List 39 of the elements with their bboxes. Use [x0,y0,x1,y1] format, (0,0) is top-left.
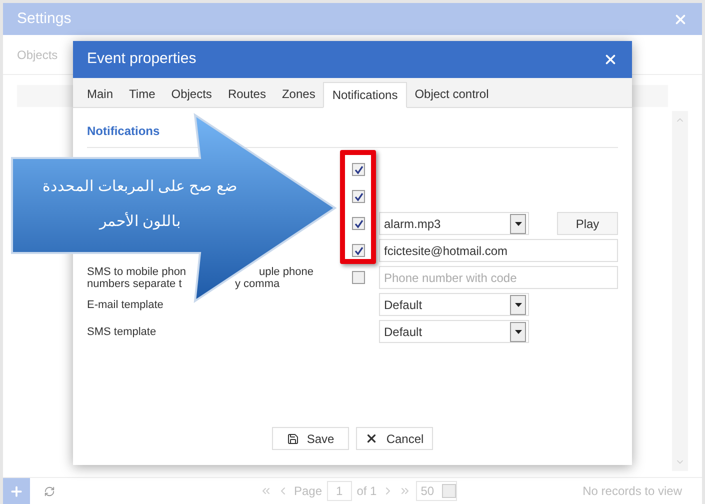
label-fragment: uple phone [259,266,314,278]
callout-text: باللون الأحمر [99,211,181,232]
page-label: Page [294,483,322,500]
checkbox[interactable] [352,271,365,284]
field-label: E-mail template [87,298,164,310]
last-page-icon[interactable] [398,485,411,497]
tab[interactable]: Notifications [323,82,407,108]
status-text: No records to view [582,483,682,500]
refresh-icon[interactable] [44,486,55,496]
tab[interactable]: Time [121,81,164,107]
first-page-icon[interactable] [260,485,272,497]
tab[interactable]: Zones [274,81,324,107]
plus-icon [9,484,24,498]
label-fragment: y comma [235,278,280,290]
scrollbar[interactable] [672,111,688,471]
tab[interactable]: Object control [406,81,497,107]
checkbox[interactable] [352,244,365,257]
dialog-title: Event properties [87,49,196,70]
callout-text: ضع صح على المربعات المحددة [42,177,238,197]
dropdown-caret-icon[interactable] [510,322,526,342]
tab[interactable]: Routes [220,81,274,107]
field-label: SMS template [87,326,158,338]
dropdown-caret-icon[interactable] [510,214,526,234]
label-fragment: SMS to mobile phon [87,266,188,278]
add-button[interactable] [3,478,30,504]
save-button[interactable]: Save [272,427,349,450]
window-title: Settings [17,8,72,29]
dropdown-caret-icon[interactable] [510,294,526,314]
checkbox[interactable] [352,217,365,230]
play-button[interactable]: Play [557,212,618,235]
page-count: of 1 [356,483,377,500]
tab[interactable]: Objects [163,81,220,107]
checkbox[interactable] [352,190,365,203]
close-icon [365,432,378,445]
cancel-button[interactable]: Cancel [356,427,433,450]
close-icon[interactable] [603,52,618,67]
label-fragment: numbers separate t [87,278,183,290]
tab[interactable]: Main [79,81,122,107]
checkbox[interactable] [352,163,365,176]
